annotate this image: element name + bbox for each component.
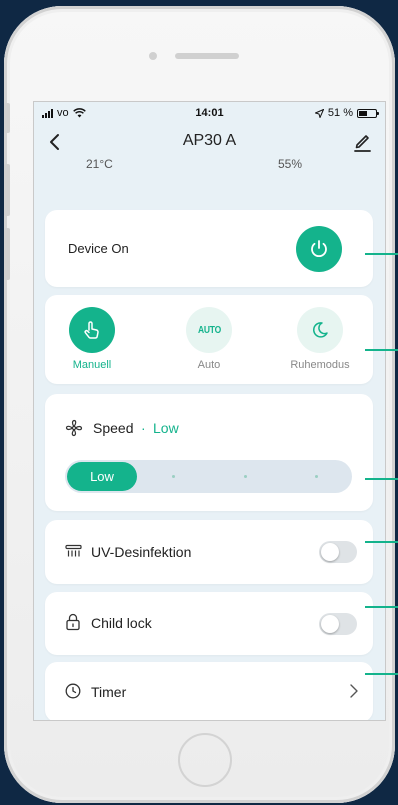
temperature-reading: 21°C xyxy=(86,157,113,171)
edit-button[interactable] xyxy=(351,130,373,154)
callout-line-speed xyxy=(365,478,398,480)
speed-step-3[interactable] xyxy=(244,475,247,478)
callout-line-uv xyxy=(365,541,398,543)
speed-separator: · xyxy=(141,420,146,436)
mode-manuell-circle xyxy=(69,307,115,353)
home-button[interactable] xyxy=(178,733,232,787)
uv-card: UV-Desinfektion xyxy=(45,520,373,584)
mode-card: Manuell AUTO Auto Ruhemodus xyxy=(45,295,373,384)
child-lock-card: Child lock xyxy=(45,592,373,655)
fan-icon xyxy=(65,419,83,437)
mode-ruhemodus[interactable]: Ruhemodus xyxy=(280,307,360,371)
power-button[interactable] xyxy=(296,226,342,272)
device-power-card: Device On xyxy=(45,210,373,287)
callout-line-timer xyxy=(365,673,398,675)
chevron-right-icon xyxy=(350,684,358,698)
speed-slider[interactable]: Low xyxy=(65,460,352,493)
auto-icon: AUTO xyxy=(197,324,221,336)
speed-value: Low xyxy=(153,420,179,436)
timer-card[interactable]: Timer xyxy=(45,662,373,720)
volume-down-button xyxy=(4,228,10,280)
child-lock-label: Child lock xyxy=(91,615,152,631)
front-camera xyxy=(149,52,157,60)
mute-switch xyxy=(4,103,10,133)
timer-label: Timer xyxy=(91,684,127,700)
navigation-bar: AP30 A xyxy=(34,128,385,156)
hand-pointer-icon xyxy=(84,321,99,339)
page-title: AP30 A xyxy=(182,132,237,149)
mode-ruhemodus-circle xyxy=(297,307,343,353)
uv-toggle-knob xyxy=(321,543,339,561)
device-status-label: Device On xyxy=(68,241,129,256)
moon-icon xyxy=(312,322,328,338)
child-lock-toggle-knob xyxy=(321,615,339,633)
mode-auto[interactable]: AUTO Auto xyxy=(169,307,249,371)
callout-line-mode xyxy=(365,349,398,351)
phone-frame: vo 14:01 51 % AP30 A 21°C 55% Device On … xyxy=(4,6,395,803)
callout-line-child-lock xyxy=(365,606,398,608)
status-bar: vo 14:01 51 % xyxy=(34,102,385,124)
child-lock-toggle[interactable] xyxy=(319,613,357,635)
uv-label: UV-Desinfektion xyxy=(91,544,192,560)
speed-step-2[interactable] xyxy=(172,475,175,478)
mode-auto-circle: AUTO xyxy=(186,307,232,353)
clock-icon xyxy=(65,683,81,699)
humidity-reading: 55% xyxy=(278,157,303,171)
pencil-icon xyxy=(354,135,371,152)
lock-icon xyxy=(66,613,80,631)
speed-title: Speed xyxy=(93,420,134,436)
callout-line-power xyxy=(365,253,398,255)
speed-slider-fill[interactable]: Low xyxy=(67,462,137,491)
volume-up-button xyxy=(4,164,10,216)
uv-toggle[interactable] xyxy=(319,541,357,563)
mode-auto-label: Auto xyxy=(197,359,221,371)
battery-percent: 51 % xyxy=(327,107,353,119)
mode-ruhemodus-label: Ruhemodus xyxy=(290,359,350,371)
mode-manuell[interactable]: Manuell xyxy=(52,307,132,371)
uv-lamp-icon xyxy=(65,544,82,557)
power-icon xyxy=(311,240,327,258)
battery-icon xyxy=(357,108,379,118)
speed-step-4[interactable] xyxy=(315,475,318,478)
earpiece-speaker xyxy=(175,53,239,59)
app-screen: vo 14:01 51 % AP30 A 21°C 55% Device On … xyxy=(33,101,386,721)
speed-card: Speed · Low Low xyxy=(45,394,373,511)
location-arrow-icon xyxy=(314,108,324,118)
mode-manuell-label: Manuell xyxy=(72,359,112,371)
